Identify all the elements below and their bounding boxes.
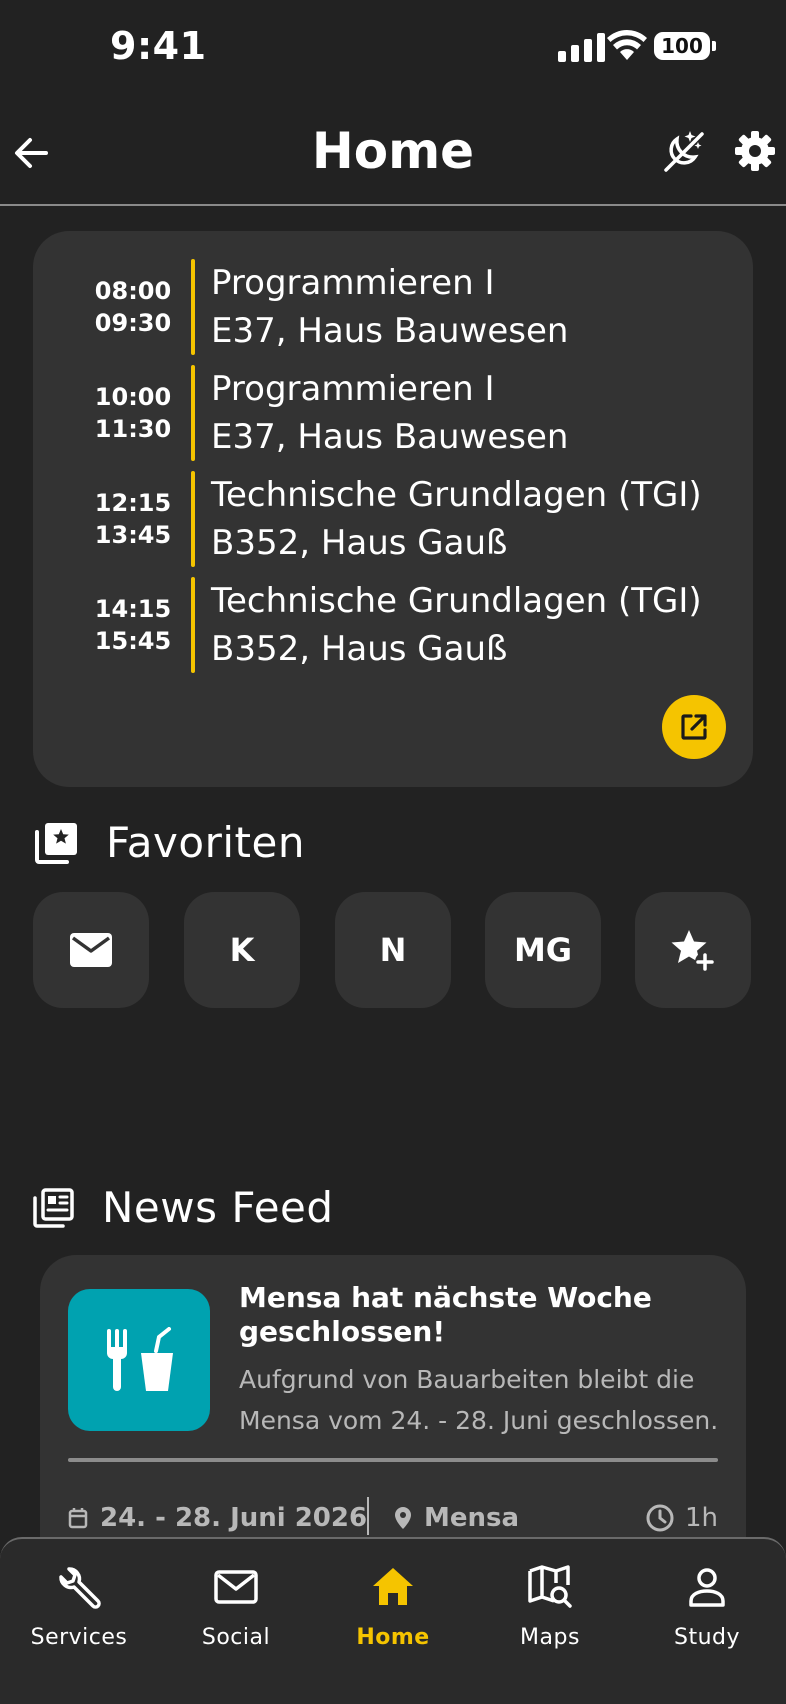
add-favorite-button[interactable] bbox=[635, 892, 751, 1008]
lecture-room: E37, Haus Bauwesen bbox=[211, 417, 569, 457]
favorites-collection-icon bbox=[35, 822, 77, 864]
lecture-item[interactable]: 12:15 13:45 Technische Grundlagen (TGI) … bbox=[33, 471, 753, 567]
status-bar: 9:41 100 bbox=[0, 0, 786, 96]
news-date: 24. - 28. Juni 2026 bbox=[68, 1503, 367, 1533]
newspaper-icon bbox=[33, 1187, 74, 1228]
lecture-times: 12:15 13:45 bbox=[73, 487, 193, 551]
restaurant-icon bbox=[107, 1327, 173, 1391]
wifi-icon bbox=[607, 30, 647, 60]
lecture-start-time: 10:00 bbox=[94, 383, 172, 411]
lecture-accent-bar bbox=[191, 471, 195, 567]
lecture-room: E37, Haus Bauwesen bbox=[211, 311, 569, 351]
nav-label: Social bbox=[201, 1625, 271, 1650]
news-location: Mensa bbox=[394, 1503, 519, 1533]
nav-services[interactable]: Services bbox=[9, 1563, 149, 1663]
news-header: News Feed bbox=[31, 1183, 334, 1232]
lecture-start-time: 12:15 bbox=[94, 489, 172, 517]
lecture-info: Programmieren I E37, Haus Bauwesen bbox=[211, 259, 568, 355]
lecture-end-time: 11:30 bbox=[94, 415, 172, 443]
news-duration: 1h bbox=[645, 1503, 718, 1533]
news-title: News Feed bbox=[102, 1183, 334, 1232]
schedule-card: 08:00 09:30 Programmieren I E37, Haus Ba… bbox=[33, 231, 753, 787]
lecture-end-time: 09:30 bbox=[94, 309, 172, 337]
lecture-item[interactable]: 08:00 09:30 Programmieren I E37, Haus Ba… bbox=[33, 259, 753, 355]
favorites-row: K N MG bbox=[33, 892, 753, 1008]
favorites-header: Favoriten bbox=[33, 818, 305, 867]
nav-label: Home bbox=[356, 1625, 430, 1650]
location-pin-icon bbox=[395, 1507, 411, 1529]
lecture-accent-bar bbox=[191, 577, 195, 673]
news-location-text: Mensa bbox=[424, 1503, 520, 1533]
cellular-signal-icon bbox=[558, 32, 605, 62]
mail-outline-icon bbox=[214, 1570, 258, 1604]
meta-separator bbox=[367, 1497, 369, 1535]
lecture-item[interactable]: 10:00 11:30 Programmieren I E37, Haus Ba… bbox=[33, 365, 753, 461]
lecture-info: Technische Grundlagen (TGI) B352, Haus G… bbox=[211, 577, 702, 673]
lecture-info: Programmieren I E37, Haus Bauwesen bbox=[211, 365, 568, 461]
map-search-icon bbox=[528, 1565, 572, 1608]
news-text: Aufgrund von Bauarbeiten bleibt die Mens… bbox=[239, 1365, 719, 1435]
home-icon bbox=[373, 1568, 413, 1605]
lecture-times: 10:00 11:30 bbox=[73, 381, 193, 445]
person-icon bbox=[689, 1568, 725, 1607]
nav-study[interactable]: Study bbox=[637, 1563, 777, 1663]
news-divider bbox=[68, 1458, 718, 1462]
battery-icon: 100 bbox=[654, 32, 716, 60]
lecture-start-time: 08:00 bbox=[94, 277, 172, 305]
news-date-text: 24. - 28. Juni 2026 bbox=[100, 1503, 368, 1533]
lecture-start-time: 14:15 bbox=[94, 595, 172, 623]
lecture-end-time: 13:45 bbox=[94, 521, 172, 549]
favorite-k[interactable]: K bbox=[184, 892, 300, 1008]
top-app-bar: Home bbox=[0, 96, 786, 206]
favorite-mail[interactable] bbox=[33, 892, 149, 1008]
favorite-mg[interactable]: MG bbox=[485, 892, 601, 1008]
clock-icon bbox=[646, 1504, 674, 1532]
calendar-icon bbox=[68, 1508, 88, 1529]
status-time: 9:41 bbox=[110, 24, 207, 68]
bottom-navigation: Services Social Home Maps Study bbox=[0, 1537, 786, 1704]
open-schedule-button[interactable] bbox=[662, 695, 726, 759]
nav-label: Maps bbox=[520, 1625, 580, 1650]
favorite-n[interactable]: N bbox=[335, 892, 451, 1008]
lecture-accent-bar bbox=[191, 365, 195, 461]
news-headline: Mensa hat nächste Woche geschlossen! bbox=[239, 1281, 652, 1348]
gear-icon[interactable] bbox=[732, 128, 778, 174]
lecture-room: B352, Haus Gauß bbox=[211, 629, 508, 669]
news-thumbnail bbox=[68, 1289, 210, 1431]
news-card[interactable]: Mensa hat nächste Woche geschlossen! Auf… bbox=[40, 1255, 746, 1575]
lecture-room: B352, Haus Gauß bbox=[211, 523, 508, 563]
wrench-icon bbox=[59, 1567, 101, 1609]
nav-label: Services bbox=[30, 1625, 128, 1650]
lecture-course: Technische Grundlagen (TGI) bbox=[211, 581, 702, 621]
lecture-course: Programmieren I bbox=[211, 263, 495, 303]
lecture-course: Technische Grundlagen (TGI) bbox=[211, 475, 702, 515]
lecture-course: Programmieren I bbox=[211, 369, 495, 409]
nav-social[interactable]: Social bbox=[166, 1563, 306, 1663]
lecture-end-time: 15:45 bbox=[94, 627, 172, 655]
open-external-icon bbox=[681, 714, 707, 740]
favorites-title: Favoriten bbox=[106, 818, 305, 867]
nav-maps[interactable]: Maps bbox=[480, 1563, 620, 1663]
nav-home[interactable]: Home bbox=[323, 1563, 463, 1663]
lecture-times: 08:00 09:30 bbox=[73, 275, 193, 339]
lecture-accent-bar bbox=[191, 259, 195, 355]
theme-toggle-icon[interactable] bbox=[660, 128, 706, 174]
mail-icon bbox=[70, 933, 112, 967]
lecture-info: Technische Grundlagen (TGI) B352, Haus G… bbox=[211, 471, 702, 567]
news-duration-text: 1h bbox=[684, 1503, 718, 1533]
add-star-icon bbox=[671, 930, 715, 972]
lecture-times: 14:15 15:45 bbox=[73, 593, 193, 657]
lecture-item[interactable]: 14:15 15:45 Technische Grundlagen (TGI) … bbox=[33, 577, 753, 673]
nav-label: Study bbox=[673, 1625, 741, 1650]
